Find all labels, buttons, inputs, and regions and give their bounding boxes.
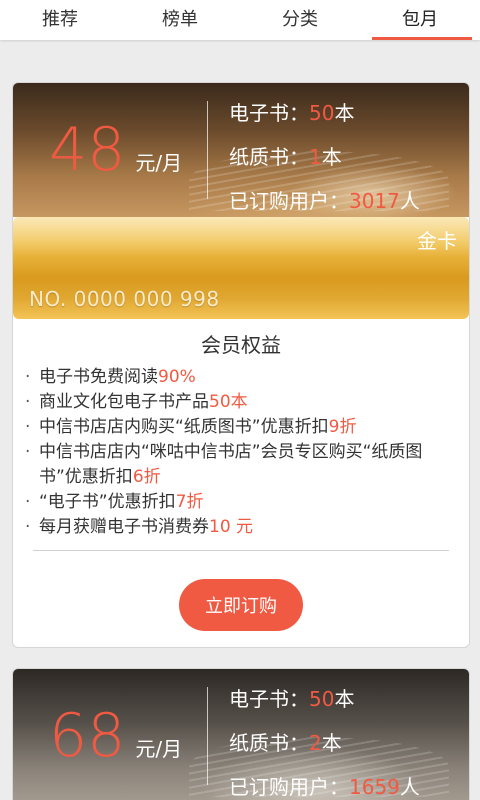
subscribers-stat: 已订购用户：3017人 bbox=[229, 179, 420, 217]
tab-monthly[interactable]: 包月 bbox=[360, 0, 480, 40]
plan-hero: 68 元/月 电子书：50本 纸质书：2本 已订购用户：1659人 bbox=[13, 669, 469, 800]
price-unit: 元/月 bbox=[135, 737, 183, 761]
subscribers-label: 已订购用户： bbox=[229, 775, 349, 799]
tab-recommend[interactable]: 推荐 bbox=[0, 0, 120, 40]
ebook-suffix: 本 bbox=[334, 101, 355, 125]
paper-count: 2 bbox=[309, 731, 322, 755]
card-name: 金卡 bbox=[417, 229, 457, 253]
subscribers-count: 3017 bbox=[349, 189, 400, 213]
card-number: NO. 0000 000 998 bbox=[29, 287, 220, 311]
benefit-text: 商业文化包电子书产品 bbox=[39, 392, 209, 412]
ebook-stat: 电子书：50本 bbox=[229, 91, 420, 135]
benefit-item: 中信书店店内购买“纸质图书”优惠折扣9折 bbox=[25, 415, 457, 440]
benefit-highlight: 7折 bbox=[175, 492, 204, 512]
tab-categories[interactable]: 分类 bbox=[240, 0, 360, 40]
paper-count: 1 bbox=[309, 145, 322, 169]
ebook-suffix: 本 bbox=[334, 687, 355, 711]
membership-gold-card: 金卡 NO. 0000 000 998 bbox=[13, 217, 469, 319]
subscribers-suffix: 人 bbox=[399, 189, 420, 213]
benefit-highlight: 10 元 bbox=[209, 517, 254, 537]
top-tab-bar: 推荐 榜单 分类 包月 bbox=[0, 0, 480, 40]
benefit-highlight: 6折 bbox=[132, 467, 161, 487]
benefit-item: 每月获赠电子书消费券10 元 bbox=[25, 515, 457, 540]
paper-suffix: 本 bbox=[321, 731, 342, 755]
benefit-item: “电子书”优惠折扣7折 bbox=[25, 490, 457, 515]
benefit-item: 电子书免费阅读90% bbox=[25, 365, 457, 390]
benefit-text: 中信书店店内“咪咕中信书店”会员专区购买“纸质图书”优惠折扣 bbox=[39, 442, 423, 487]
benefit-item: 中信书店店内“咪咕中信书店”会员专区购买“纸质图书”优惠折扣6折 bbox=[25, 440, 457, 490]
plan-price: 48 元/月 bbox=[49, 115, 182, 185]
ebook-stat: 电子书：50本 bbox=[229, 677, 420, 721]
ebook-label: 电子书： bbox=[229, 687, 309, 711]
hero-divider bbox=[207, 687, 208, 785]
subscribers-label: 已订购用户： bbox=[229, 189, 349, 213]
benefit-text: 电子书免费阅读 bbox=[39, 367, 158, 387]
subscribers-suffix: 人 bbox=[399, 775, 420, 799]
benefit-text: “电子书”优惠折扣 bbox=[39, 492, 176, 512]
benefit-highlight: 50本 bbox=[209, 392, 248, 412]
plan-price: 68 元/月 bbox=[49, 701, 182, 771]
subscribe-now-button[interactable]: 立即订购 bbox=[179, 579, 303, 631]
benefit-text: 中信书店店内购买“纸质图书”优惠折扣 bbox=[39, 417, 329, 437]
price-value: 48 bbox=[49, 115, 126, 185]
card-shine bbox=[13, 217, 469, 257]
paper-label: 纸质书： bbox=[229, 145, 309, 169]
benefit-item: 商业文化包电子书产品50本 bbox=[25, 390, 457, 415]
plan-card-2: 68 元/月 电子书：50本 纸质书：2本 已订购用户：1659人 bbox=[12, 668, 470, 800]
paper-suffix: 本 bbox=[321, 145, 342, 169]
subscribers-stat: 已订购用户：1659人 bbox=[229, 765, 420, 800]
plan-hero: 48 元/月 电子书：50本 纸质书：1本 已订购用户：3017人 bbox=[13, 83, 469, 217]
ebook-label: 电子书： bbox=[229, 101, 309, 125]
plan-stats: 电子书：50本 纸质书：1本 已订购用户：3017人 bbox=[229, 91, 420, 217]
benefits-divider bbox=[33, 550, 449, 551]
subscribers-count: 1659 bbox=[349, 775, 400, 799]
tab-rankings[interactable]: 榜单 bbox=[120, 0, 240, 40]
benefits-title: 会员权益 bbox=[201, 333, 281, 357]
benefit-text: 每月获赠电子书消费券 bbox=[39, 517, 209, 537]
price-unit: 元/月 bbox=[135, 151, 183, 175]
paper-label: 纸质书： bbox=[229, 731, 309, 755]
hero-divider bbox=[207, 101, 208, 199]
price-value: 68 bbox=[49, 701, 126, 771]
ebook-count: 50 bbox=[309, 101, 335, 125]
plan-card-gold: 48 元/月 电子书：50本 纸质书：1本 已订购用户：3017人 金卡 NO.… bbox=[12, 82, 470, 648]
plan-stats: 电子书：50本 纸质书：2本 已订购用户：1659人 bbox=[229, 677, 420, 800]
benefit-highlight: 9折 bbox=[328, 417, 357, 437]
ebook-count: 50 bbox=[309, 687, 335, 711]
member-benefits: 会员权益 电子书免费阅读90% 商业文化包电子书产品50本 中信书店店内购买“纸… bbox=[13, 319, 469, 631]
benefit-highlight: 90% bbox=[158, 367, 196, 387]
paper-stat: 纸质书：2本 bbox=[229, 721, 420, 765]
paper-stat: 纸质书：1本 bbox=[229, 135, 420, 179]
